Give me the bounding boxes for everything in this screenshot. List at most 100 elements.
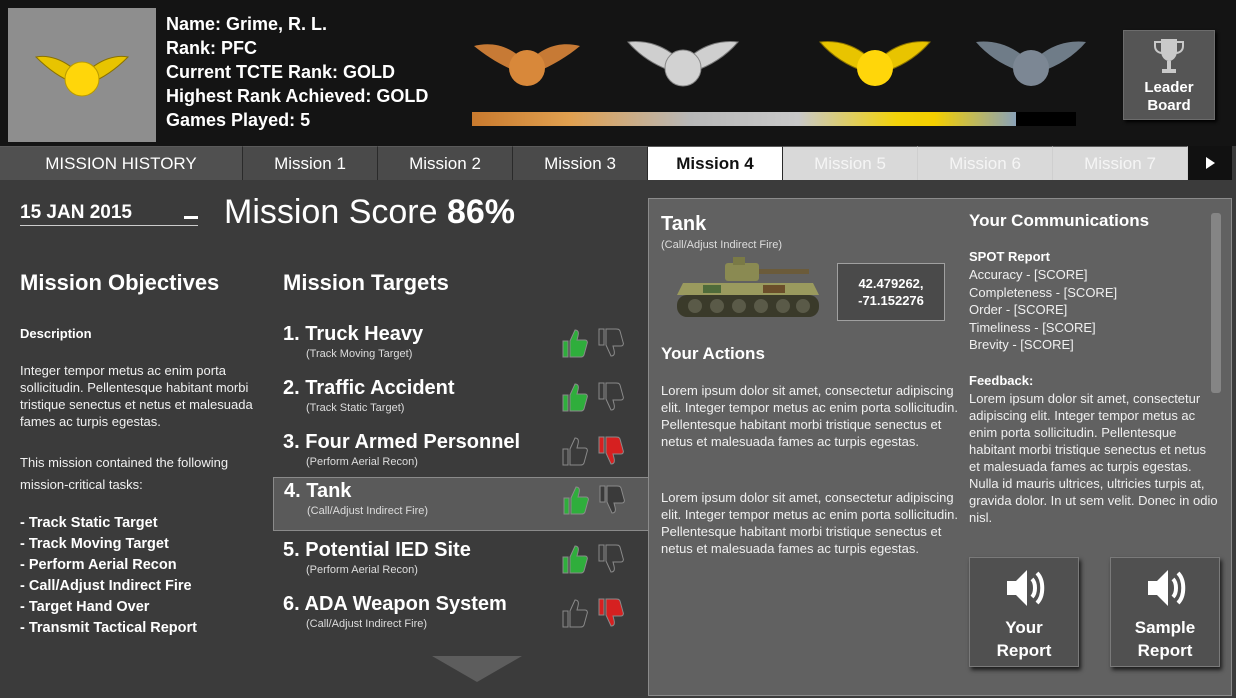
platinum-winged-medal-icon [976, 41, 1086, 86]
communications-scrollbar[interactable] [1211, 213, 1221, 393]
target-item[interactable]: 5. Potential IED Site (Perform Aerial Re… [273, 537, 649, 591]
target-task: (Call/Adjust Indirect Fire) [306, 618, 428, 630]
rank-progress-fill [472, 112, 1016, 126]
highest-rank: Highest Rank Achieved: GOLD [166, 86, 429, 106]
tab-mission-5[interactable]: Mission 5 [783, 146, 918, 180]
spot-report-list: Accuracy - [SCORE] Completeness - [SCORE… [969, 266, 1117, 354]
spot-item: Brevity - [SCORE] [969, 337, 1074, 352]
task-item: - Call/Adjust Indirect Fire [20, 578, 192, 594]
thumbs-down-icon[interactable] [596, 484, 626, 516]
mission-score-value: 86% [446, 193, 516, 231]
thumbs-down-icon[interactable] [595, 543, 625, 575]
spot-item: Accuracy - [SCORE] [969, 267, 1088, 282]
spot-item: Completeness - [SCORE] [969, 284, 1118, 300]
tab-mission-6[interactable]: Mission 6 [918, 146, 1053, 180]
feedback-heading: Feedback: [969, 373, 1034, 388]
target-task: (Perform Aerial Recon) [306, 456, 418, 468]
leaderboard-label-line1: Leader [1144, 79, 1194, 96]
target-task: (Call/Adjust Indirect Fire) [307, 505, 429, 517]
thumbs-up-icon[interactable] [559, 597, 589, 629]
tab-mission-4[interactable]: Mission 4 [648, 146, 783, 180]
bronze-winged-medal-icon [474, 44, 580, 86]
thumbs-down-icon[interactable] [595, 327, 625, 359]
sample-report-button[interactable]: Sample Report [1110, 557, 1220, 667]
target-detail-panel: Tank (Call/Adjust Indirect Fire) 42.4792… [648, 198, 1232, 696]
target-item[interactable]: 6. ADA Weapon System (Call/Adjust Indire… [273, 591, 649, 645]
feedback-text: Lorem ipsum dolor sit amet, consectetur … [969, 391, 1218, 525]
target-item[interactable]: 3. Four Armed Personnel (Perform Aerial … [273, 429, 649, 483]
task-list: - Track Static Target - Track Moving Tar… [20, 513, 197, 639]
target-item[interactable]: 1. Truck Heavy (Track Moving Target) [273, 321, 649, 375]
thumbs-down-icon[interactable] [595, 381, 625, 413]
your-report-button[interactable]: Your Report [969, 557, 1079, 667]
task-item: - Track Moving Target [20, 536, 169, 552]
user-info: Name: Grime, R. L. Rank: PFC Current TCT… [166, 12, 428, 132]
user-rank: Rank: PFC [166, 38, 258, 58]
play-right-icon [1206, 157, 1215, 169]
leaderboard-label: Leader Board [1144, 79, 1193, 115]
games-played: Games Played: 5 [166, 110, 311, 130]
target-name: 6. ADA Weapon System [283, 593, 507, 615]
tab-mission-1[interactable]: Mission 1 [243, 146, 378, 180]
sample-report-label: Sample Report [1111, 616, 1219, 662]
tabs-next-button[interactable] [1188, 146, 1232, 180]
your-report-label: Your Report [970, 616, 1078, 662]
tab-mission-history[interactable]: MISSION HISTORY [0, 146, 243, 180]
speaker-icon [1148, 570, 1186, 606]
chevron-down-icon [184, 216, 198, 219]
thumbs-up-icon[interactable] [559, 543, 589, 575]
description-text: Integer tempor metus ac enim porta solli… [20, 363, 253, 429]
gold-winged-medal-icon [34, 55, 130, 97]
target-coordinates: 42.479262, -71.152276 [837, 263, 945, 321]
thumbs-up-icon[interactable] [559, 327, 589, 359]
thumbs-up-icon[interactable] [560, 484, 590, 516]
current-rank-badge [8, 8, 156, 142]
thumbs-down-icon[interactable] [595, 597, 625, 629]
target-task: (Track Static Target) [306, 402, 405, 414]
tab-mission-7[interactable]: Mission 7 [1053, 146, 1188, 180]
description-heading: Description [20, 326, 92, 341]
description-tasks-intro: This mission contained the following mis… [20, 455, 229, 492]
speaker-icon [1007, 570, 1045, 606]
task-item: - Target Hand Over [20, 599, 150, 615]
target-name: 3. Four Armed Personnel [283, 431, 521, 453]
tab-mission-3[interactable]: Mission 3 [513, 146, 648, 180]
trophy-icon [1154, 39, 1184, 73]
task-item: - Transmit Tactical Report [20, 620, 197, 636]
thumbs-down-icon[interactable] [595, 435, 625, 467]
target-task: (Track Moving Target) [306, 348, 413, 360]
silver-winged-medal-icon [627, 41, 739, 87]
sample-report-label-line1: Sample [1134, 618, 1196, 637]
target-name: 2. Traffic Accident [283, 377, 455, 399]
target-item-selected[interactable]: 4. Tank (Call/Adjust Indirect Fire) [273, 477, 649, 531]
actions-text: Lorem ipsum dolor sit amet, consectetur … [661, 383, 958, 449]
coord-lon: -71.152276 [858, 293, 924, 308]
task-item: - Perform Aerial Recon [20, 557, 177, 573]
targets-heading: Mission Targets [283, 270, 449, 295]
tank-image [677, 257, 819, 317]
target-task: (Perform Aerial Recon) [306, 564, 418, 576]
sample-report-label-line2: Report [1137, 641, 1193, 660]
communications-heading: Your Communications [969, 211, 1150, 230]
leaderboard-button[interactable]: Leader Board [1123, 30, 1215, 120]
target-name: 4. Tank [284, 480, 352, 502]
mission-tabs: MISSION HISTORY Mission 1 Mission 2 Miss… [0, 146, 1236, 180]
spot-item: Timeliness - [SCORE] [969, 319, 1096, 335]
leaderboard-label-line2: Board [1147, 97, 1191, 114]
target-name: 1. Truck Heavy [283, 323, 424, 345]
tab-mission-2[interactable]: Mission 2 [378, 146, 513, 180]
target-item[interactable]: 2. Traffic Accident (Track Static Target… [273, 375, 649, 429]
current-tcte-rank: Current TCTE Rank: GOLD [166, 62, 396, 82]
thumbs-up-icon[interactable] [559, 381, 589, 413]
detail-title: Tank [661, 213, 707, 235]
detail-subtitle: (Call/Adjust Indirect Fire) [661, 239, 783, 251]
gold-winged-medal-icon [819, 41, 931, 86]
coord-lat: 42.479262, [858, 276, 924, 291]
mission-content: 15 JAN 2015 Mission Score 86% Mission Ob… [0, 180, 1236, 698]
rank-progress-bar [472, 112, 1076, 126]
scroll-down-arrow-icon[interactable] [432, 656, 522, 682]
your-report-label-line1: Your [1005, 618, 1043, 637]
mission-score: Mission Score 86% [224, 192, 515, 232]
thumbs-up-icon[interactable] [559, 435, 589, 467]
date-dropdown[interactable]: 15 JAN 2015 [20, 202, 198, 226]
